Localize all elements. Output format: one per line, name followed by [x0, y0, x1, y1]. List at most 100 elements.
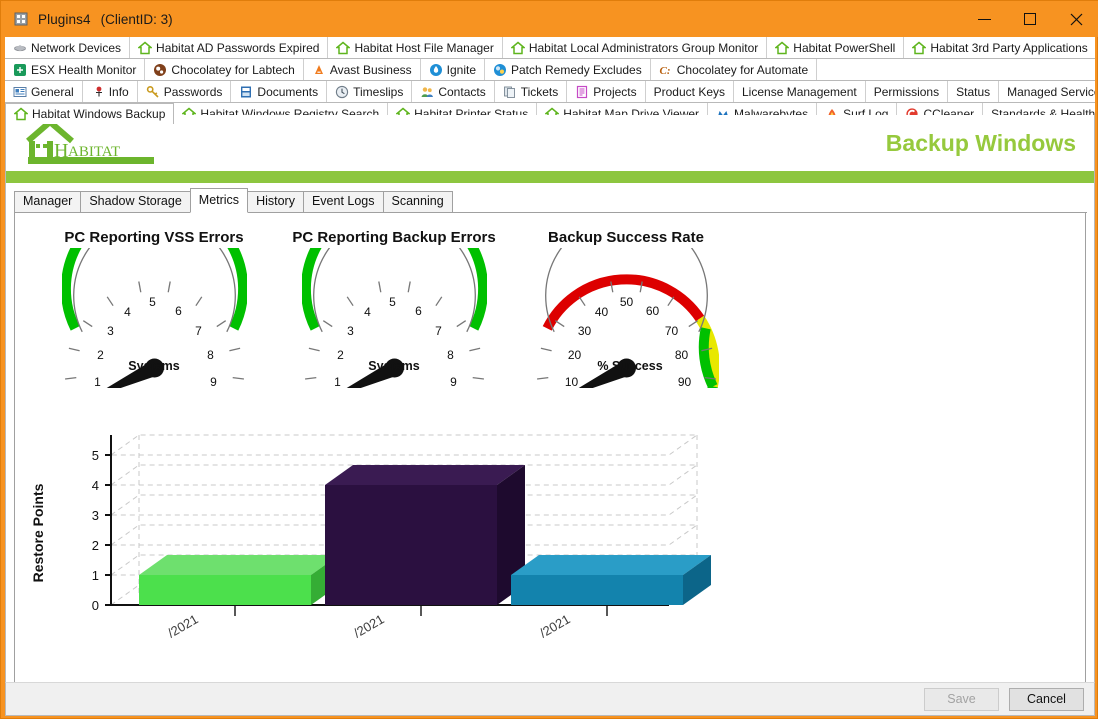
plugin-tab-label: Habitat PowerShell	[793, 40, 896, 55]
gauge-title: PC Reporting VSS Errors	[64, 229, 244, 246]
plugin-tab-habitat-local-administrators-group-monitor[interactable]: Habitat Local Administrators Group Monit…	[502, 37, 768, 58]
contacts-icon	[420, 85, 434, 99]
save-button[interactable]: Save	[924, 687, 999, 711]
plugin-tab-documents[interactable]: Documents	[231, 81, 328, 102]
gauge-backup-success-rate: Backup Success Rate 10 20 30 40 50 60 70…	[501, 213, 751, 388]
plugin-tab-habitat-host-file-manager[interactable]: Habitat Host File Manager	[328, 37, 503, 58]
plugin-tab-timeslips[interactable]: Timeslips	[327, 81, 413, 102]
plugin-tab-general[interactable]: General	[5, 81, 83, 102]
plugin-tab-avast-business[interactable]: Avast Business	[303, 59, 421, 80]
habitat-house-icon	[510, 41, 525, 55]
passwords-key-icon	[146, 85, 160, 99]
svg-text:50: 50	[619, 295, 633, 309]
habitat-house-icon	[336, 41, 351, 55]
plugin-tab-info[interactable]: Info	[82, 81, 138, 102]
svg-text:9: 9	[450, 375, 457, 388]
tab-scanning[interactable]: Scanning	[382, 191, 453, 212]
plugin-tab-label: Patch Remedy Excludes	[511, 62, 642, 77]
plugin-tab-label: Documents	[257, 84, 319, 99]
habitat-house-logo: H ABITAT	[26, 118, 154, 164]
general-icon	[13, 85, 27, 99]
page-title: Backup Windows	[885, 129, 1076, 156]
svg-text:90: 90	[677, 375, 691, 388]
plugin-tab-network-devices[interactable]: Network Devices	[5, 37, 131, 58]
plugin-tab-license-management[interactable]: License Management	[734, 81, 866, 102]
plugin-tab-chocolatey-for-automate[interactable]: C: Chocolatey for Automate	[650, 59, 818, 80]
plugin-tab-tickets[interactable]: Tickets	[494, 81, 568, 102]
plugin-tab-habitat-3rd-party-applications[interactable]: Habitat 3rd Party Applications	[904, 37, 1095, 58]
tab-manager[interactable]: Manager	[14, 191, 82, 212]
habitat-house-icon	[912, 41, 927, 55]
plugin-window: Plugins4 (ClientID: 3) Network Devices H…	[0, 0, 1098, 719]
brand-accent-bar	[6, 171, 1094, 183]
ignite-icon	[429, 63, 443, 77]
close-button[interactable]	[1053, 1, 1098, 37]
plugin-tab-status[interactable]: Status	[948, 81, 1000, 102]
avast-icon	[312, 63, 326, 77]
gauge-title: Backup Success Rate	[548, 229, 704, 246]
plugin-tab-projects[interactable]: Projects	[567, 81, 646, 102]
plugin-tab-ignite[interactable]: Ignite	[420, 59, 485, 80]
svg-text:ABITAT: ABITAT	[68, 144, 120, 160]
window-subtitle: (ClientID: 3)	[100, 11, 173, 27]
y-axis-label: Restore Points	[30, 483, 46, 582]
plugin-tab-label: Contacts	[438, 84, 486, 99]
plugin-tab-chocolatey-for-labtech[interactable]: Chocolatey for Labtech	[145, 59, 304, 80]
gauge-backup-success-rate-dial: 0 10 20 30 40 50 60 70 80 90 100	[536, 248, 719, 388]
svg-text:9: 9	[210, 375, 217, 388]
footer-bar: Save Cancel	[5, 682, 1095, 716]
timeslips-clock-icon	[335, 85, 349, 99]
plugin-tab-label: Habitat Local Administrators Group Monit…	[528, 40, 759, 55]
tab-event-logs[interactable]: Event Logs	[302, 191, 384, 212]
maximize-button[interactable]	[1007, 1, 1053, 37]
minimize-button[interactable]	[961, 1, 1007, 37]
plugin-tab-row-3: General Info Passwords Documents Timesli…	[5, 81, 1095, 103]
plugin-tab-habitat-powershell[interactable]: Habitat PowerShell	[767, 37, 905, 58]
tab-shadow-storage[interactable]: Shadow Storage	[80, 191, 191, 212]
plugin-tab-label: Status	[956, 84, 991, 99]
svg-text:1: 1	[92, 568, 99, 583]
plugin-tab-product-keys[interactable]: Product Keys	[645, 81, 734, 102]
plugin-tab-passwords[interactable]: Passwords	[137, 81, 232, 102]
plugin-tab-esx-health-monitor[interactable]: ESX Health Monitor	[5, 59, 146, 80]
gauge-backup-errors: PC Reporting Backup Errors 1 2 3 4 5 6 7…	[269, 213, 519, 388]
plugin-tab-label: Timeslips	[353, 84, 404, 99]
svg-text:2: 2	[92, 538, 99, 553]
chocolatey-automate-icon: C:	[659, 63, 673, 77]
tab-history[interactable]: History	[247, 191, 304, 212]
plugin-tab-label: Tickets	[520, 84, 559, 99]
habitat-house-icon	[138, 41, 153, 55]
plugin-tab-label: License Management	[742, 84, 857, 99]
tab-metrics[interactable]: Metrics	[189, 188, 249, 213]
plugin-tab-habitat-ad-passwords-expired[interactable]: Habitat AD Passwords Expired	[130, 37, 329, 58]
svg-text:C:: C:	[659, 65, 670, 77]
content-panel: H ABITAT Backup Windows Manager Shadow S…	[5, 115, 1095, 683]
plugin-tab-label: Passwords	[163, 84, 223, 99]
svg-text:6: 6	[415, 304, 422, 318]
esx-icon	[13, 63, 27, 77]
plugin-tab-habitat-windows-backup[interactable]: Habitat Windows Backup	[5, 103, 175, 124]
plugin-tab-label: Ignite	[446, 62, 476, 77]
svg-text:H: H	[54, 140, 68, 162]
svg-text:4: 4	[124, 305, 131, 319]
title-bar: Plugins4 (ClientID: 3)	[1, 1, 1098, 37]
plugin-tab-patch-remedy-excludes[interactable]: Patch Remedy Excludes	[485, 59, 651, 80]
svg-text:4: 4	[364, 305, 371, 319]
svg-text:30: 30	[577, 324, 591, 338]
bar-chart-svg: Restore Points 0 1 2 3 4 5 /2021 /2021 /…	[30, 434, 711, 641]
plugin-tab-contacts[interactable]: Contacts	[412, 81, 495, 102]
info-icon	[91, 85, 105, 99]
gauge-title: PC Reporting Backup Errors	[292, 229, 496, 246]
plugin-tab-managed-services[interactable]: Managed Services	[999, 81, 1095, 102]
inner-tab-bar: Manager Shadow Storage Metrics History E…	[14, 188, 1087, 213]
plugin-tab-permissions[interactable]: Permissions	[865, 81, 949, 102]
projects-icon	[575, 85, 589, 99]
plugin-tab-label: ESX Health Monitor	[31, 62, 137, 77]
svg-text:80: 80	[674, 348, 688, 362]
svg-text:7: 7	[435, 324, 442, 338]
plugin-tab-label: Habitat Host File Manager	[354, 40, 494, 55]
x-tick-label: /2021	[165, 611, 201, 640]
plugin-tab-label: Habitat AD Passwords Expired	[156, 40, 320, 55]
svg-text:7: 7	[195, 324, 202, 338]
cancel-button[interactable]: Cancel	[1009, 687, 1084, 711]
